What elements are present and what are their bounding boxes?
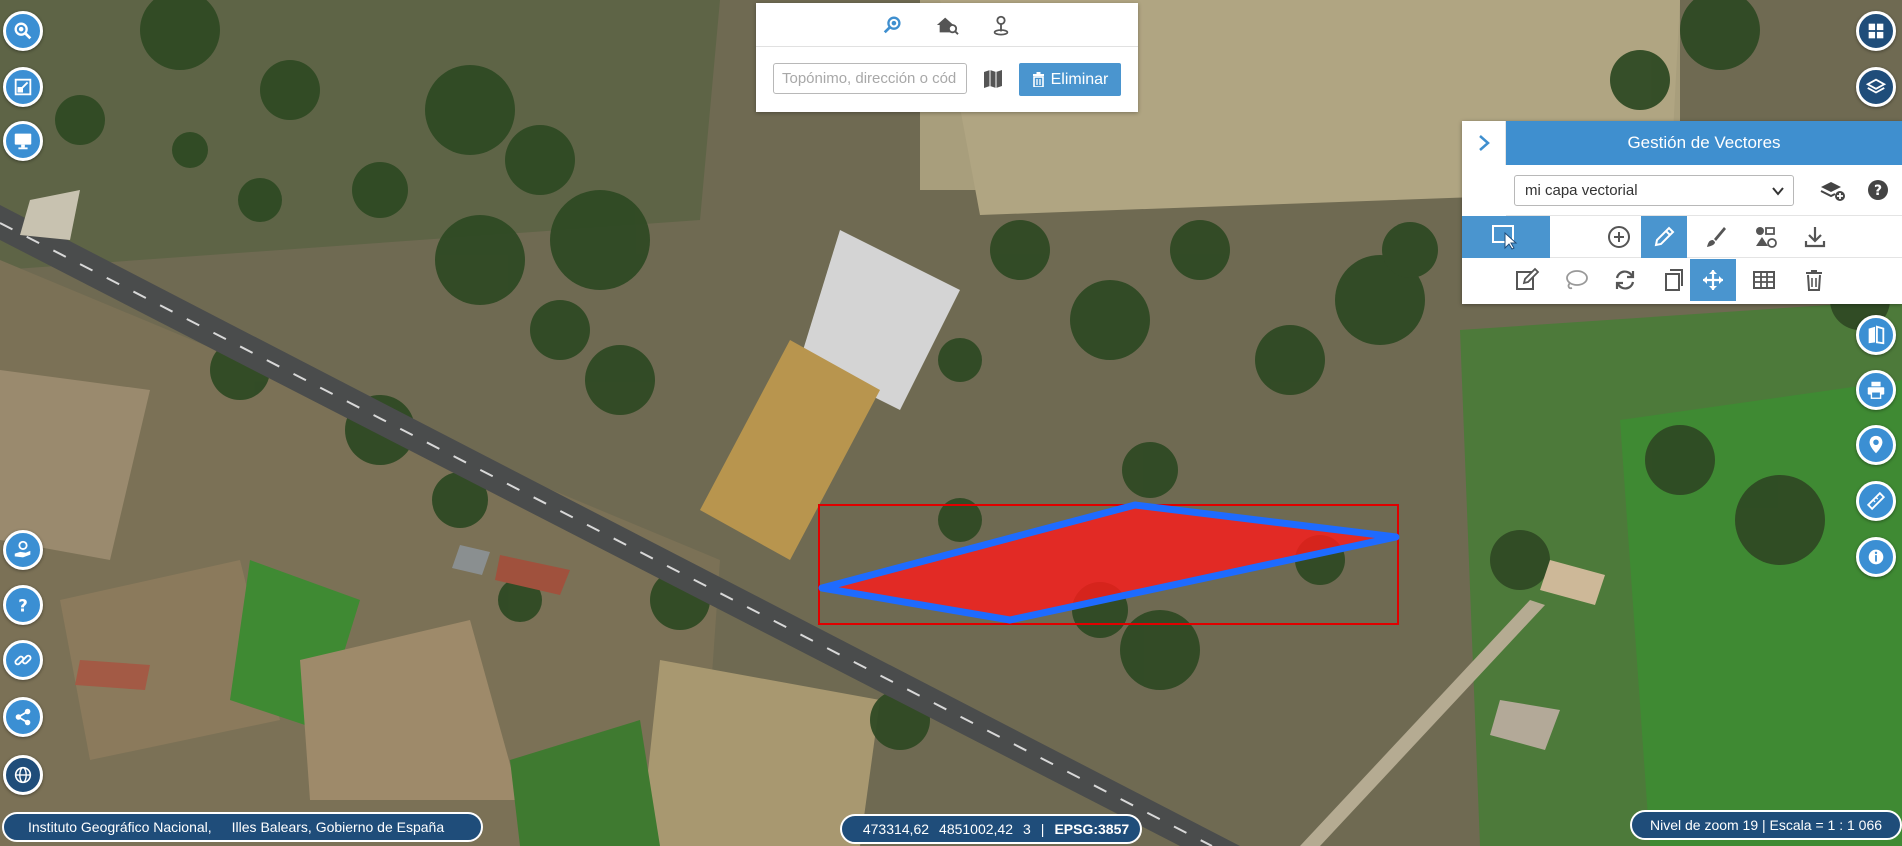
zoom-scale-text: Nivel de zoom 19 | Escala = 1 : 1 066 [1649, 817, 1883, 833]
edit-tool[interactable] [1504, 259, 1550, 301]
coordinate-y: 4851002,42 [939, 821, 1013, 837]
vector-toolbar-primary [1462, 215, 1902, 258]
search-location-pin-icon [993, 15, 1009, 35]
attribute-table-tool[interactable] [1741, 259, 1787, 301]
add-point-icon [1608, 226, 1630, 248]
search-place-icon [883, 16, 901, 33]
shapes-tool[interactable] [1742, 216, 1788, 258]
panel-title: Gestión de Vectores [1506, 121, 1902, 165]
tab-search-coordinates[interactable] [987, 11, 1015, 39]
map-book-button[interactable] [1856, 315, 1896, 355]
add-point-tool[interactable] [1596, 216, 1642, 258]
search-tabs [756, 3, 1138, 47]
coordinate-zone: 3 [1023, 821, 1031, 837]
measure-button[interactable] [1856, 481, 1896, 521]
copy-icon [1665, 269, 1683, 291]
select-features-icon [1492, 225, 1518, 250]
location-info-button[interactable] [1856, 425, 1896, 465]
zoom-search-button[interactable] [3, 11, 43, 51]
layers-icon [1865, 78, 1887, 94]
location-info-icon [1869, 435, 1883, 454]
trash-icon [1032, 72, 1044, 87]
map-search-icon[interactable] [982, 67, 1008, 91]
search-input[interactable] [773, 63, 967, 94]
svg-text:?: ? [1874, 183, 1882, 199]
attribution-ign[interactable]: Instituto Geográfico Nacional, [28, 819, 212, 835]
delete-button[interactable]: Eliminar [1019, 63, 1121, 96]
trash-icon [1806, 270, 1822, 291]
fullscreen-button[interactable] [3, 121, 43, 161]
coordinate-separator: | [1040, 821, 1045, 837]
chevron-right-icon [1478, 135, 1490, 151]
info-icon [1868, 549, 1884, 565]
style-brush-icon [1707, 227, 1726, 247]
extent-icon [14, 78, 32, 96]
info-button[interactable] [1856, 537, 1896, 577]
chevron-down-icon [1772, 187, 1784, 196]
fullscreen-monitor-icon [14, 133, 32, 150]
zoom-search-icon [14, 22, 32, 40]
coordinates-bar: 473314,62 4851002,42 3 | EPSG:3857 [840, 814, 1142, 844]
vector-toolbar-edit [1506, 259, 1902, 303]
crs-selector[interactable]: EPSG:3857 [1054, 821, 1129, 837]
select-features-tool[interactable] [1462, 216, 1550, 258]
donate-button[interactable] [3, 530, 43, 570]
attribution-bar: Instituto Geográfico Nacional, Illes Bal… [2, 812, 483, 842]
move-icon [1703, 270, 1723, 290]
link-button[interactable] [3, 640, 43, 680]
extent-button[interactable] [3, 67, 43, 107]
attribution-govern[interactable]: Illes Balears, Gobierno de España [232, 819, 444, 835]
print-button[interactable] [1856, 370, 1896, 410]
vector-management-panel: Gestión de Vectores mi capa vectorial ? [1462, 121, 1902, 304]
print-icon [1867, 381, 1885, 399]
style-tool[interactable] [1692, 216, 1738, 258]
question-icon: ? [18, 596, 28, 615]
rotate-tool[interactable] [1602, 259, 1648, 301]
download-icon [1804, 227, 1826, 248]
draw-pencil-icon [1654, 226, 1675, 247]
download-tool[interactable] [1792, 216, 1838, 258]
search-house-icon [936, 17, 959, 35]
layers-button[interactable] [1856, 67, 1896, 107]
link-icon [14, 654, 32, 666]
add-layer-icon[interactable] [1819, 179, 1847, 203]
ruler-icon [1866, 491, 1886, 511]
globe-button[interactable] [3, 755, 43, 795]
tab-search-address[interactable] [933, 11, 961, 39]
move-tool[interactable] [1690, 259, 1736, 301]
search-widget: Eliminar [756, 3, 1138, 112]
rotate-icon [1615, 270, 1635, 290]
lasso-icon [1566, 270, 1588, 290]
zoom-scale-bar: Nivel de zoom 19 | Escala = 1 : 1 066 [1630, 810, 1902, 840]
tab-search-place[interactable] [879, 11, 907, 39]
svg-text:?: ? [18, 596, 28, 615]
edit-icon [1516, 267, 1540, 290]
delete-button-label: Eliminar [1050, 70, 1109, 88]
table-icon [1753, 271, 1775, 289]
help-button[interactable]: ? [3, 585, 43, 625]
share-button[interactable] [3, 697, 43, 737]
delete-feature-tool[interactable] [1791, 259, 1837, 301]
apps-grid-icon [1868, 23, 1884, 39]
help-icon[interactable]: ? [1866, 178, 1890, 202]
globe-icon [14, 766, 32, 784]
draw-tool[interactable] [1641, 216, 1687, 258]
tools-icon [1756, 227, 1777, 248]
panel-collapse-button[interactable] [1462, 121, 1506, 165]
apps-grid-button[interactable] [1856, 11, 1896, 51]
map-book-icon [1868, 325, 1885, 345]
coordinate-x: 473314,62 [862, 821, 930, 837]
share-icon [15, 708, 31, 726]
layer-select[interactable]: mi capa vectorial [1514, 175, 1794, 206]
lasso-tool[interactable] [1553, 259, 1599, 301]
layer-select-value: mi capa vectorial [1525, 182, 1638, 199]
donate-hand-icon [14, 540, 31, 558]
